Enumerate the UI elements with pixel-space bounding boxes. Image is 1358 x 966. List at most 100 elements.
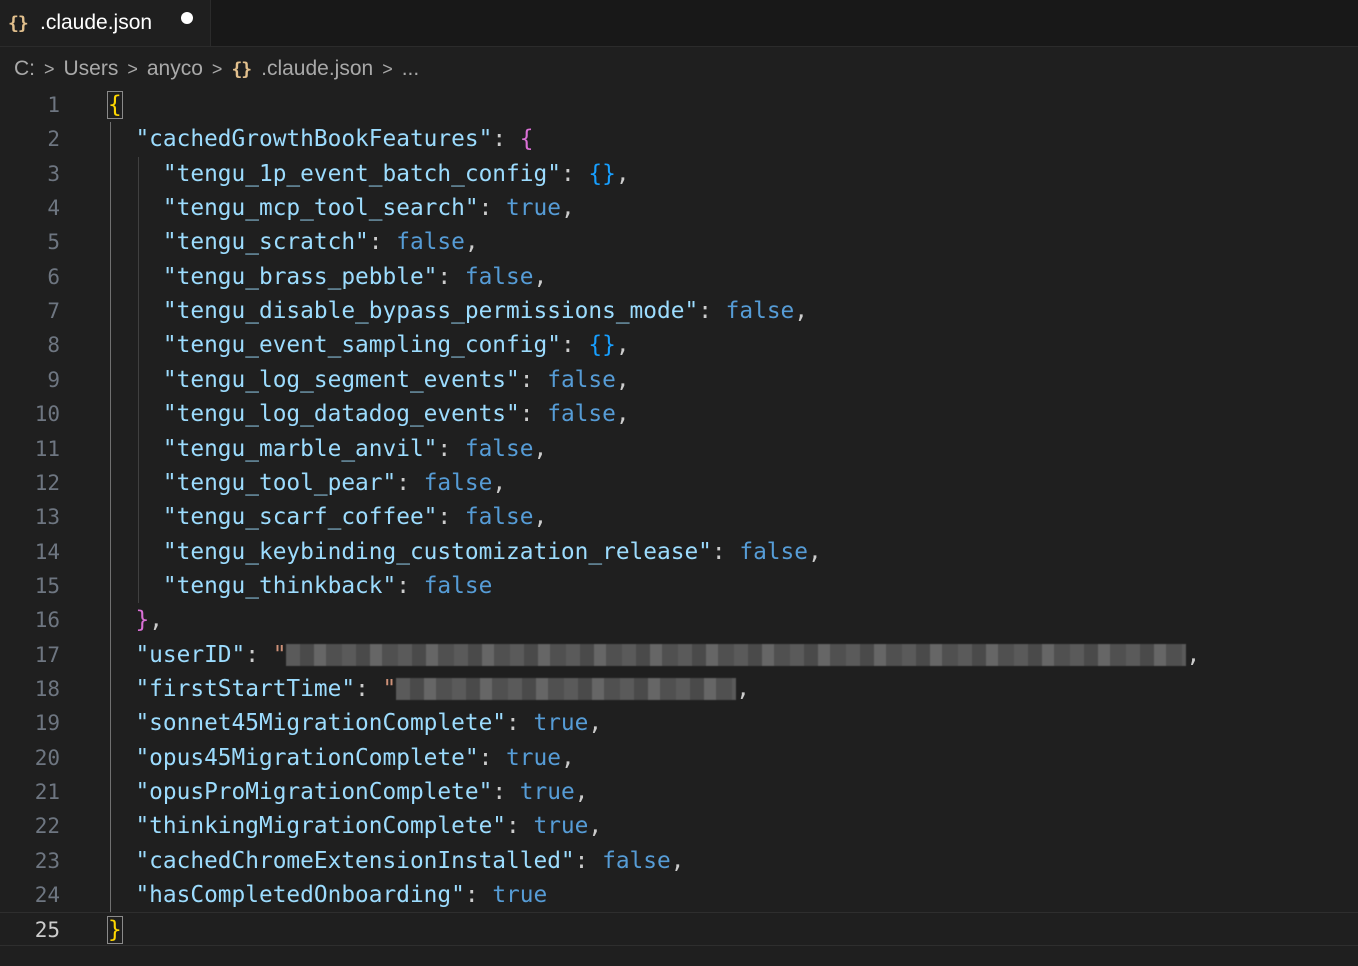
unsaved-dot-icon[interactable] xyxy=(181,12,193,24)
code-line[interactable]: 15 "tengu_thinkback": false xyxy=(0,569,1358,603)
open-brace: { xyxy=(519,126,534,153)
json-key: "opusProMigrationComplete" xyxy=(135,779,493,805)
code-line[interactable]: 19 "sonnet45MigrationComplete": true, xyxy=(0,706,1358,740)
json-boolean: true xyxy=(492,882,548,909)
comma: , xyxy=(615,401,630,428)
tab-label: .claude.json xyxy=(40,11,153,34)
code-text: "tengu_scratch": false, xyxy=(108,225,479,259)
colon: : xyxy=(519,401,548,428)
breadcrumb-drive[interactable]: C: xyxy=(14,57,35,81)
chevron-right-icon: > xyxy=(127,58,138,79)
line-number: 6 xyxy=(47,264,60,289)
code-line[interactable]: 17 "userID": ", xyxy=(0,638,1358,672)
json-key: "tengu_scarf_coffee" xyxy=(162,504,438,531)
code-line[interactable]: 12 "tengu_tool_pear": false, xyxy=(0,466,1358,500)
empty-object: {} xyxy=(588,160,616,187)
json-key: "thinkingMigrationComplete" xyxy=(135,813,507,840)
code-line[interactable]: 21 "opusProMigrationComplete": true, xyxy=(0,775,1358,809)
code-line[interactable]: 10 "tengu_log_datadog_events": false, xyxy=(0,397,1358,431)
colon: : xyxy=(464,882,493,909)
colon: : xyxy=(368,229,397,256)
code-line[interactable]: 2 "cachedGrowthBookFeatures": { xyxy=(0,122,1358,156)
line-number: 3 xyxy=(47,161,60,186)
colon: : xyxy=(437,263,465,290)
comma: , xyxy=(533,263,548,290)
code-line[interactable]: 6 "tengu_brass_pebble": false, xyxy=(0,260,1358,294)
json-boolean: true xyxy=(533,813,589,840)
json-key: "tengu_log_datadog_events" xyxy=(162,401,520,428)
code-line[interactable]: 4 "tengu_mcp_tool_search": true, xyxy=(0,191,1358,225)
json-key: "cachedChromeExtensionInstalled" xyxy=(135,847,575,874)
code-text: "thinkingMigrationComplete": true, xyxy=(108,809,602,843)
comma: , xyxy=(560,744,575,771)
breadcrumb-file[interactable]: .claude.json xyxy=(261,57,373,81)
code-line[interactable]: 16 }, xyxy=(0,603,1358,637)
code-line[interactable]: 25} xyxy=(0,912,1358,947)
redacted-value xyxy=(396,678,737,701)
colon: : xyxy=(560,160,589,187)
json-boolean: false xyxy=(464,435,534,462)
code-editor[interactable]: 1{2 "cachedGrowthBookFeatures": {3 "teng… xyxy=(0,88,1358,966)
code-line[interactable]: 20 "opus45MigrationComplete": true, xyxy=(0,741,1358,775)
breadcrumb-symbols[interactable]: ... xyxy=(402,57,420,81)
json-key: "firstStartTime" xyxy=(135,675,356,702)
json-key: "tengu_marble_anvil" xyxy=(162,435,438,462)
json-boolean: false xyxy=(464,263,534,290)
code-line[interactable]: 22 "thinkingMigrationComplete": true, xyxy=(0,809,1358,843)
comma: , xyxy=(560,195,575,222)
line-number: 9 xyxy=(47,367,60,392)
code-line[interactable]: 14 "tengu_keybinding_customization_relea… xyxy=(0,535,1358,569)
line-number: 11 xyxy=(34,436,60,461)
code-line[interactable]: 1{ xyxy=(0,88,1358,122)
colon: : xyxy=(245,641,273,668)
json-key: "hasCompletedOnboarding" xyxy=(135,882,465,909)
chevron-right-icon: > xyxy=(44,58,55,79)
json-key: "cachedGrowthBookFeatures" xyxy=(135,126,493,153)
json-key: "sonnet45MigrationComplete" xyxy=(135,710,507,737)
json-string-quote: " xyxy=(272,641,287,668)
json-boolean: false xyxy=(423,469,493,496)
colon: : xyxy=(560,332,589,359)
code-line[interactable]: 5 "tengu_scratch": false, xyxy=(0,225,1358,259)
line-number: 7 xyxy=(47,299,60,324)
json-key: "tengu_event_sampling_config" xyxy=(162,332,561,359)
tab-claude-json[interactable]: {} .claude.json xyxy=(0,0,211,46)
code-line[interactable]: 7 "tengu_disable_bypass_permissions_mode… xyxy=(0,294,1358,328)
comma: , xyxy=(807,538,822,565)
close-brace: } xyxy=(135,607,150,634)
comma: , xyxy=(736,675,750,702)
colon: : xyxy=(355,675,383,702)
comma: , xyxy=(492,469,507,496)
code-text: "tengu_1p_event_batch_config": {}, xyxy=(108,157,630,191)
colon: : xyxy=(711,538,740,565)
json-boolean: false xyxy=(547,401,616,428)
code-line[interactable]: 18 "firstStartTime": ", xyxy=(0,672,1358,706)
line-number: 18 xyxy=(34,676,60,701)
colon: : xyxy=(574,847,603,874)
breadcrumb-users[interactable]: Users xyxy=(64,57,119,81)
line-number: 19 xyxy=(34,711,60,736)
code-line[interactable]: 8 "tengu_event_sampling_config": {}, xyxy=(0,328,1358,362)
colon: : xyxy=(506,710,534,737)
code-line[interactable]: 11 "tengu_marble_anvil": false, xyxy=(0,432,1358,466)
json-key: "tengu_disable_bypass_permissions_mode" xyxy=(162,298,699,325)
json-key: "tengu_tool_pear" xyxy=(162,469,397,496)
breadcrumb-user-folder[interactable]: anyco xyxy=(147,57,203,81)
code-line[interactable]: 23 "cachedChromeExtensionInstalled": fal… xyxy=(0,844,1358,878)
line-number: 2 xyxy=(47,127,60,152)
line-number: 5 xyxy=(47,230,60,255)
json-key: "tengu_brass_pebble" xyxy=(162,263,438,290)
comma: , xyxy=(1186,641,1201,668)
code-text: "cachedGrowthBookFeatures": { xyxy=(108,122,534,156)
json-boolean: true xyxy=(506,195,561,222)
code-line[interactable]: 13 "tengu_scarf_coffee": false, xyxy=(0,500,1358,534)
code-text: "firstStartTime": ", xyxy=(108,672,750,706)
code-text: "tengu_marble_anvil": false, xyxy=(108,432,547,466)
code-line[interactable]: 9 "tengu_log_segment_events": false, xyxy=(0,363,1358,397)
json-file-icon: {} xyxy=(231,58,252,80)
colon: : xyxy=(437,435,465,462)
code-line[interactable]: 3 "tengu_1p_event_batch_config": {}, xyxy=(0,157,1358,191)
code-text: "opus45MigrationComplete": true, xyxy=(108,741,575,775)
comma: , xyxy=(588,813,603,840)
code-line[interactable]: 24 "hasCompletedOnboarding": true xyxy=(0,878,1358,912)
